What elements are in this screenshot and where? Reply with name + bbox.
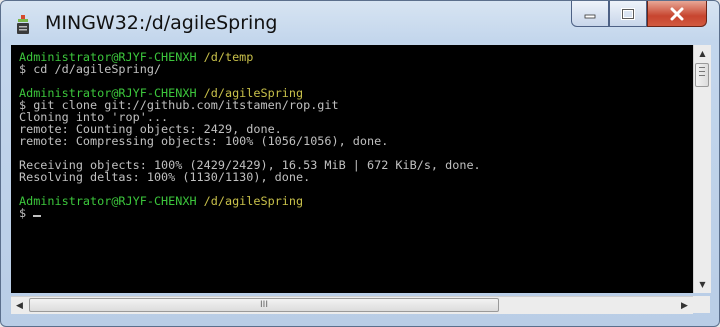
git-bash-icon bbox=[17, 15, 29, 34]
scroll-left-arrow-icon[interactable]: ◀ bbox=[11, 297, 28, 314]
title-bar[interactable]: MINGW32:/d/agileSpring bbox=[1, 1, 719, 45]
vertical-scroll-thumb[interactable] bbox=[695, 63, 709, 87]
output-line: $ bbox=[19, 207, 681, 219]
prompt-path: /d/temp bbox=[196, 50, 254, 64]
scroll-grip-icon: III bbox=[260, 300, 268, 310]
output-line: remote: Compressing objects: 100% (1056/… bbox=[19, 135, 681, 147]
cursor bbox=[33, 215, 42, 217]
terminal-window: MINGW32:/d/agileSpring Administrator@RJY… bbox=[0, 0, 720, 327]
close-icon bbox=[670, 7, 684, 20]
minimize-button[interactable] bbox=[571, 1, 609, 27]
prompt-path: /d/agileSpring bbox=[196, 194, 304, 208]
maximize-button[interactable] bbox=[609, 1, 647, 27]
terminal-text: Administrator@RJYF-CHENXH /d/temp $ cd /d… bbox=[19, 51, 681, 219]
minimize-icon bbox=[584, 14, 596, 18]
vertical-scrollbar[interactable]: ▲ ▼ bbox=[693, 45, 711, 293]
horizontal-scrollbar[interactable]: ◀ III ▶ bbox=[11, 296, 693, 314]
prompt-line: Administrator@RJYF-CHENXH /d/agileSpring bbox=[19, 195, 681, 207]
scroll-right-arrow-icon[interactable]: ▶ bbox=[676, 297, 693, 314]
close-button[interactable] bbox=[647, 1, 707, 27]
output-text: $ bbox=[19, 206, 34, 220]
window-controls bbox=[571, 1, 707, 29]
resize-grip-icon[interactable] bbox=[693, 296, 710, 313]
prompt-user: Administrator@RJYF-CHENXH bbox=[19, 194, 197, 208]
window-title: MINGW32:/d/agileSpring bbox=[45, 12, 278, 34]
output-text: Resolving deltas: 100% (1130/1130), done… bbox=[19, 170, 311, 184]
maximize-icon bbox=[621, 7, 635, 20]
horizontal-scroll-thumb[interactable]: III bbox=[29, 298, 499, 312]
output-line: Resolving deltas: 100% (1130/1130), done… bbox=[19, 171, 681, 183]
terminal-output[interactable]: Administrator@RJYF-CHENXH /d/temp $ cd /d… bbox=[11, 45, 705, 293]
output-line: $ cd /d/agileSpring/ bbox=[19, 63, 681, 75]
output-text: $ cd /d/agileSpring/ bbox=[19, 62, 162, 76]
output-text: remote: Compressing objects: 100% (1056/… bbox=[19, 134, 389, 148]
scroll-down-arrow-icon[interactable]: ▼ bbox=[694, 276, 711, 293]
scroll-up-arrow-icon[interactable]: ▲ bbox=[694, 45, 711, 62]
